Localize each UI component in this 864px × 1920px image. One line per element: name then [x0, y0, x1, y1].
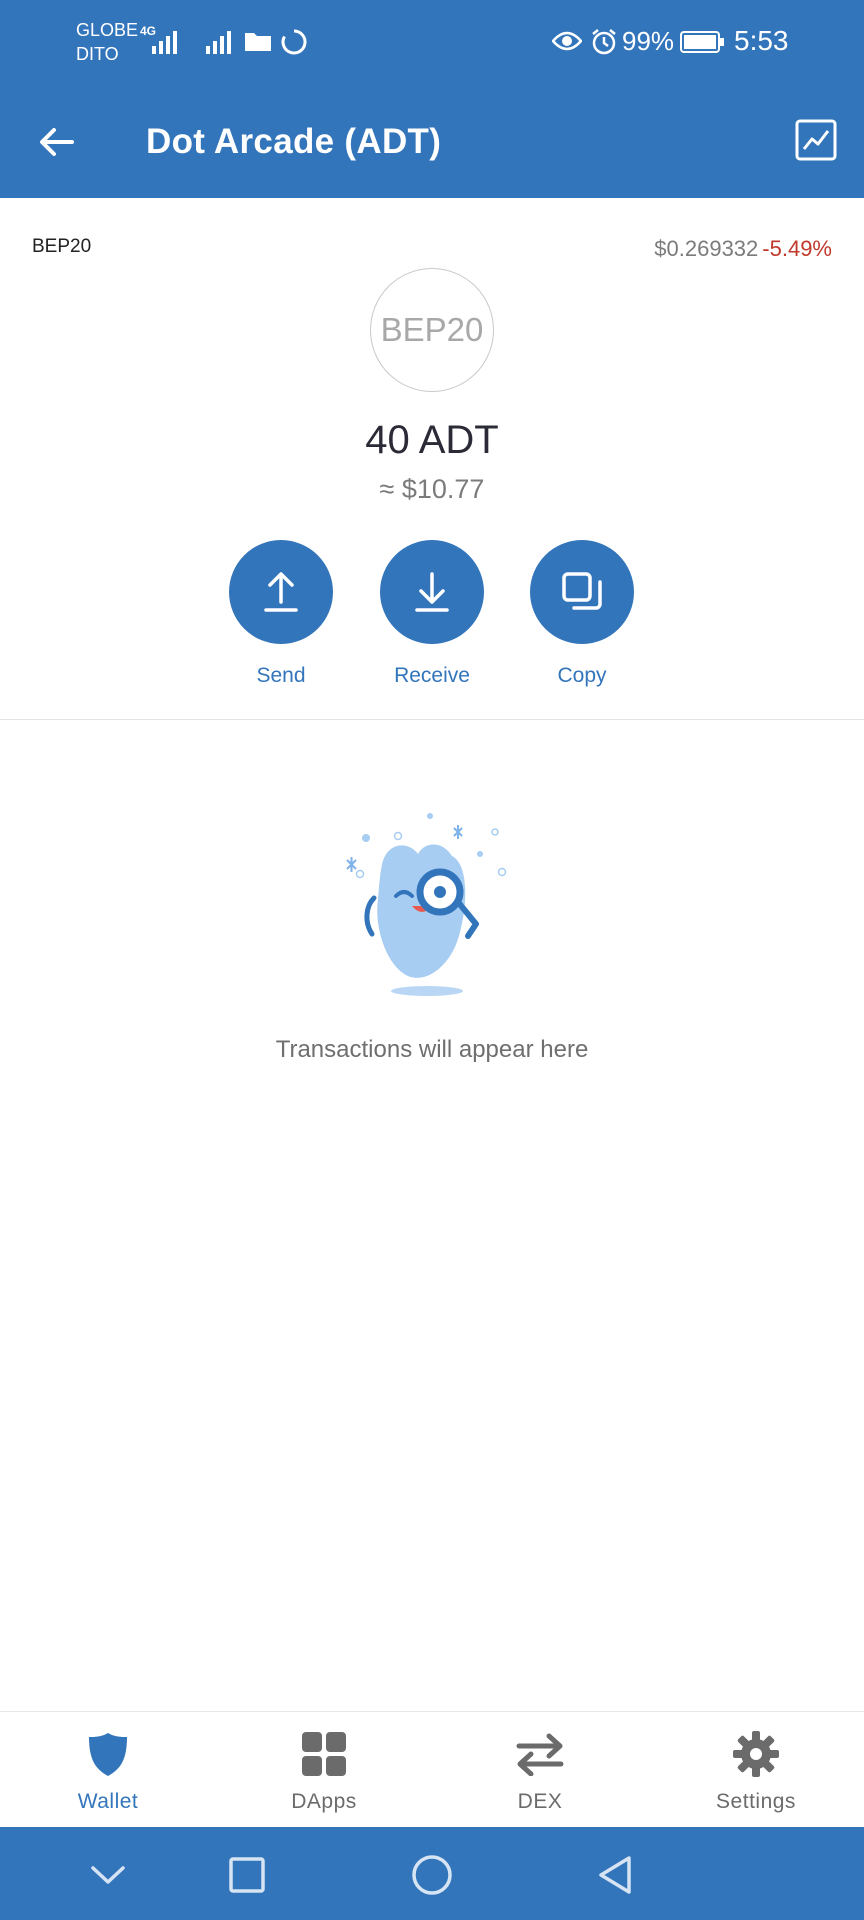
send-label: Send	[256, 664, 306, 687]
bottom-nav: Wallet DApps DEX Settings	[0, 1711, 864, 1827]
chevron-down-icon	[91, 1866, 125, 1884]
app-bar: Dot Arcade (ADT)	[0, 84, 864, 198]
token-price: $0.269332	[654, 236, 759, 261]
carrier-label: GLOBE DITO	[76, 18, 138, 66]
carrier-top: GLOBE	[76, 20, 139, 40]
page-title: Dot Arcade (ADT)	[146, 122, 442, 161]
copy-icon	[562, 572, 602, 610]
back-button[interactable]	[32, 118, 80, 166]
signal-icon	[206, 31, 231, 54]
circle-icon	[412, 1855, 452, 1895]
copy-label: Copy	[557, 664, 607, 687]
square-icon	[229, 1857, 265, 1893]
hide-nav-button[interactable]	[86, 1853, 130, 1897]
nav-settings[interactable]: Settings	[676, 1726, 836, 1814]
receive-button[interactable]: Receive	[380, 540, 484, 688]
upload-icon	[264, 572, 298, 612]
token-logo: BEP20	[370, 268, 494, 392]
shield-icon	[89, 1733, 127, 1776]
fiat-balance: ≈ $10.77	[379, 474, 485, 504]
arrow-left-icon	[40, 128, 74, 156]
receive-circle[interactable]	[380, 540, 484, 644]
gear-icon	[733, 1731, 779, 1777]
nav-dapps[interactable]: DApps	[244, 1726, 404, 1814]
nav-settings-label: Settings	[716, 1790, 796, 1813]
system-back-button[interactable]	[593, 1853, 637, 1897]
eye-icon	[552, 31, 582, 51]
empty-state-message: Transactions will appear here	[275, 1036, 589, 1063]
triangle-back-icon	[599, 1856, 631, 1894]
copy-circle[interactable]	[530, 540, 634, 644]
receive-label: Receive	[394, 664, 470, 687]
grid-icon	[302, 1732, 346, 1776]
empty-state-illustration	[346, 813, 507, 996]
chart-icon[interactable]	[794, 118, 838, 162]
signal-icon	[152, 31, 177, 54]
nav-dex-label: DEX	[517, 1790, 563, 1813]
battery-icon	[680, 31, 724, 53]
clock: 5:53	[734, 25, 789, 56]
carrier-bottom: DITO	[76, 44, 119, 64]
nav-wallet-label: Wallet	[77, 1790, 139, 1813]
battery-percent: 99%	[622, 26, 675, 56]
home-button[interactable]	[410, 1853, 454, 1897]
alarm-icon	[592, 29, 616, 55]
price-row: $0.269332 -5.49%	[654, 236, 832, 262]
system-nav-bar	[0, 1827, 864, 1920]
nav-dapps-label: DApps	[291, 1790, 357, 1813]
swap-icon	[516, 1733, 564, 1776]
send-circle[interactable]	[229, 540, 333, 644]
price-change: -5.49%	[762, 236, 832, 261]
token-balance: 40 ADT	[365, 418, 499, 462]
divider	[0, 719, 864, 720]
send-button[interactable]: Send	[229, 540, 333, 688]
nav-wallet[interactable]: Wallet	[28, 1726, 188, 1814]
recents-button[interactable]	[225, 1853, 269, 1897]
nav-dex[interactable]: DEX	[460, 1726, 620, 1814]
status-bar: GLOBE DITO 4G 99% 5:53	[0, 0, 864, 84]
folder-icon	[245, 33, 271, 51]
network-label: BEP20	[32, 236, 92, 257]
copy-button[interactable]: Copy	[530, 540, 634, 688]
sync-icon	[281, 29, 307, 55]
download-icon	[415, 572, 449, 612]
